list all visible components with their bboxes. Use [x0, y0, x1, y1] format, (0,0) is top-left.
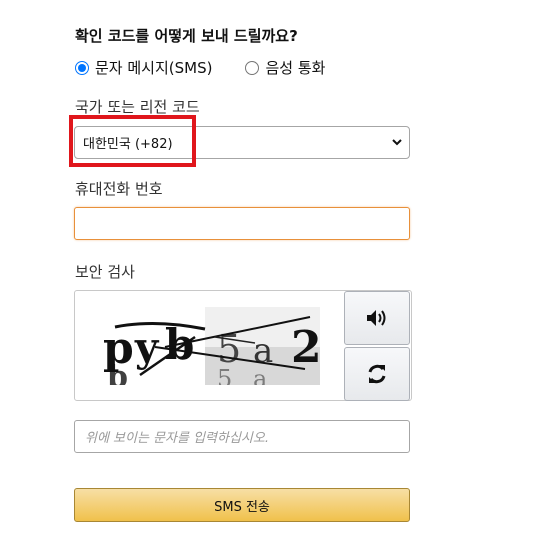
- radio-sms[interactable]: 문자 메시지(SMS): [75, 57, 212, 78]
- radio-sms-label[interactable]: 문자 메시지(SMS): [95, 57, 212, 78]
- radio-sms-button[interactable]: [75, 60, 89, 75]
- speaker-icon: [367, 310, 386, 326]
- delivery-question: 확인 코드를 어떻게 보내 드릴까요?: [75, 27, 298, 45]
- send-sms-button[interactable]: SMS 전송: [74, 488, 410, 522]
- radio-voice-label[interactable]: 음성 통화: [265, 57, 325, 78]
- phone-label: 휴대전화 번호: [75, 180, 163, 198]
- send-sms-label: SMS 전송: [214, 499, 270, 515]
- delivery-options: 문자 메시지(SMS) 음성 통화: [75, 57, 325, 78]
- audio-captcha-button[interactable]: [344, 291, 410, 345]
- captcha-graphic: p y b 5 a 2 b 5 a: [95, 307, 320, 385]
- captcha-input[interactable]: 위에 보이는 문자를 입력하십시오.: [74, 420, 410, 453]
- captcha-image: p y b 5 a 2 b 5 a: [95, 307, 320, 385]
- svg-text:b: b: [107, 360, 128, 385]
- svg-text:5: 5: [217, 365, 232, 385]
- svg-text:a: a: [253, 365, 267, 385]
- highlight-box: [69, 115, 196, 167]
- refresh-captcha-button[interactable]: [344, 347, 410, 401]
- chevron-down-icon: [392, 139, 402, 146]
- refresh-icon: [368, 364, 386, 384]
- country-label: 국가 또는 리전 코드: [75, 98, 200, 116]
- svg-text:2: 2: [291, 322, 320, 373]
- security-label: 보안 검사: [75, 263, 135, 281]
- phone-input[interactable]: [74, 207, 410, 240]
- radio-voice[interactable]: 음성 통화: [245, 57, 325, 78]
- radio-voice-button[interactable]: [245, 60, 260, 75]
- captcha-placeholder: 위에 보이는 문자를 입력하십시오.: [85, 431, 269, 446]
